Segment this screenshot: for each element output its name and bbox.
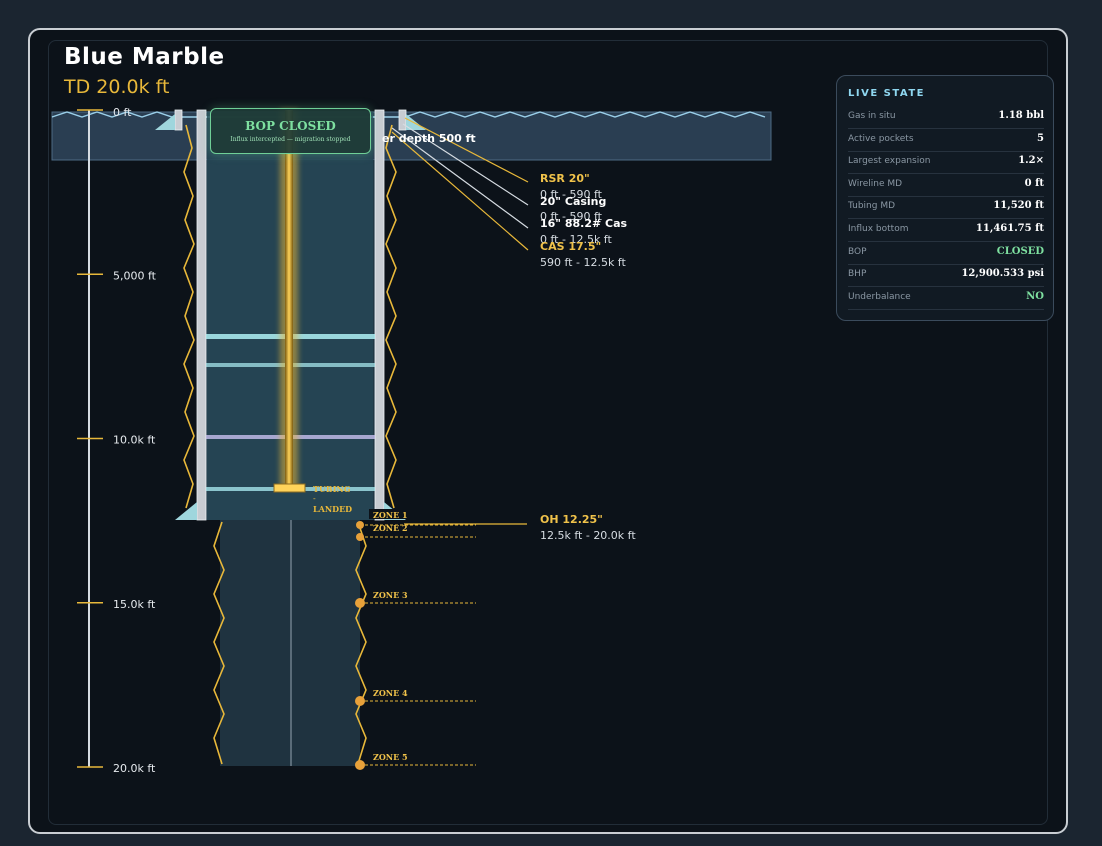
live-state-key: Wireline MD	[848, 178, 903, 189]
open-hole-range: 12.5k ft - 20.0k ft	[540, 529, 636, 542]
string-range-cas-17: 590 ft - 12.5k ft	[540, 256, 626, 269]
live-state-value: CLOSED	[996, 245, 1044, 257]
live-state-value: 11,520 ft	[993, 200, 1044, 212]
tubing-hanger	[273, 483, 306, 493]
live-state-heading: LIVE STATE	[848, 88, 926, 99]
live-state-value: 1.2×	[1018, 155, 1044, 167]
water-depth-label: er depth 500 ft	[382, 132, 476, 145]
live-state-key: Underbalance	[848, 291, 911, 302]
live-state-key: Tubing MD	[848, 201, 896, 212]
string-label-cas-17: CAS 17.5"	[540, 240, 601, 253]
zone-2-label: ZONE 2	[373, 523, 408, 533]
live-state-row: Active pockets 5	[848, 129, 1044, 152]
tubing-string[interactable]	[285, 110, 293, 488]
conductor-left	[174, 109, 183, 131]
live-state-row: BOP CLOSED	[848, 242, 1044, 265]
zone-1-marker[interactable]	[356, 521, 364, 529]
live-state-row: Underbalance NO	[848, 287, 1044, 310]
live-state-row: Largest expansion 1.2×	[848, 151, 1044, 175]
tubing-status-mid: -	[313, 494, 316, 503]
zone-4-label: ZONE 4	[373, 688, 408, 698]
zone-2-marker[interactable]	[356, 533, 364, 541]
zone-1-label: ZONE 1	[373, 510, 408, 520]
live-state-key: Gas in situ	[848, 111, 896, 121]
live-state-value: 12,900.533 psi	[961, 268, 1044, 280]
bop-status-title: BOP CLOSED	[245, 119, 336, 133]
depth-tick-label: 20.0k ft	[113, 762, 156, 775]
tubing-status-top: TUBING	[313, 484, 351, 494]
live-state-panel: LIVE STATE Gas in situ 1.18 bbl Active poc…	[836, 75, 1054, 321]
zone-3-label: ZONE 3	[373, 590, 408, 600]
zone-5-label: ZONE 5	[373, 752, 408, 762]
live-state-value: 5	[1037, 132, 1044, 144]
live-state-value: 11,461.75 ft	[975, 223, 1044, 234]
string-label-casing-20: 20" Casing	[540, 195, 606, 208]
live-state-value: NO	[1026, 290, 1044, 302]
formation-wall-left	[183, 124, 195, 509]
casing-left-wall	[196, 109, 207, 521]
conductor-right	[398, 109, 407, 131]
open-hole-label: OH 12.25"	[540, 513, 603, 526]
zone-5-marker[interactable]	[355, 760, 365, 770]
bop-status-badge: BOP CLOSED Influx intercepted — migratio…	[210, 108, 371, 154]
string-label-rsr: RSR 20"	[540, 172, 590, 185]
formation-wall-right	[385, 124, 397, 509]
live-state-key: BOP	[848, 246, 867, 257]
casing-shoe-left	[175, 502, 197, 520]
live-state-row: Tubing MD 11,520 ft	[848, 196, 1044, 220]
live-state-key: Active pockets	[848, 133, 914, 144]
depth-tick-label: 5,000 ft	[113, 269, 157, 282]
live-state-key: Influx bottom	[848, 224, 909, 234]
live-state-value: 0 ft	[1024, 177, 1044, 189]
depth-tick-label: 15.0k ft	[113, 598, 156, 611]
open-hole-body	[220, 520, 360, 766]
live-state-row: BHP 12,900.533 psi	[848, 264, 1044, 288]
live-state-key: BHP	[848, 269, 867, 280]
zone-3-marker[interactable]	[355, 598, 365, 608]
depth-tick-label: 0 ft	[113, 106, 132, 119]
string-label-casing-16: 16" 88.2# Cas	[540, 217, 628, 230]
live-state-row: Influx bottom 11,461.75 ft	[848, 219, 1044, 242]
live-state-row: Wireline MD 0 ft	[848, 174, 1044, 197]
depth-tick-label: 10.0k ft	[113, 434, 156, 447]
live-state-row: Gas in situ 1.18 bbl	[848, 106, 1044, 129]
casing-right-wall	[374, 109, 385, 521]
live-state-key: Largest expansion	[848, 156, 931, 167]
tubing-status-bottom: LANDED	[313, 504, 352, 514]
zone-4-marker[interactable]	[355, 696, 365, 706]
bop-status-message: Influx intercepted — migration stopped	[230, 136, 351, 143]
live-state-value: 1.18 bbl	[998, 110, 1044, 121]
